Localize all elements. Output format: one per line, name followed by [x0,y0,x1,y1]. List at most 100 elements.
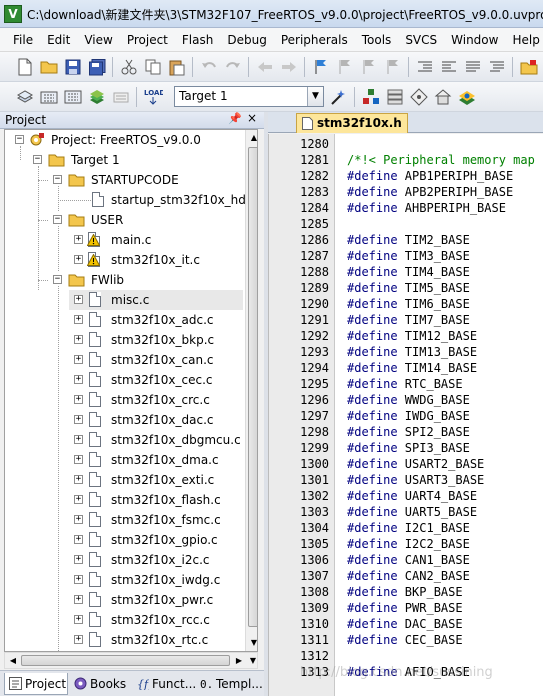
collapse-icon[interactable]: − [53,215,62,224]
prev-bookmark-icon[interactable] [334,56,356,78]
save-icon[interactable] [62,56,84,78]
uncomment-icon[interactable] [486,56,508,78]
save-all-icon[interactable] [86,56,108,78]
expand-icon[interactable]: + [74,295,83,304]
expand-icon[interactable]: + [74,575,83,584]
tree-file-main[interactable]: + main.c [5,230,243,250]
expand-icon[interactable]: + [74,475,83,484]
download-icon[interactable]: LOAD [142,86,164,108]
tree-horizontal-scrollbar[interactable]: ◀ ▶ ▼ [4,652,258,669]
scroll-up-icon[interactable]: ▲ [246,130,257,146]
expand-icon[interactable]: + [74,535,83,544]
tree-file[interactable]: + stm32f10x_cec.c [69,370,243,390]
expand-icon[interactable]: + [74,455,83,464]
next-bookmark-icon[interactable] [358,56,380,78]
tree-group-startupcode[interactable]: − STARTUPCODE [5,170,243,190]
expand-icon[interactable]: + [74,635,83,644]
expand-icon[interactable]: + [74,395,83,404]
tree-file[interactable]: + stm32f10x_pwr.c [69,590,243,610]
scrollbar-thumb[interactable] [248,147,257,627]
pin-icon[interactable]: 📌 [228,112,242,125]
expand-icon[interactable]: + [74,315,83,324]
paste-icon[interactable] [166,56,188,78]
comment-icon[interactable] [462,56,484,78]
tree-node-project-root[interactable]: − Project: FreeRTOS_v9.0.0 [5,130,243,150]
tree-file[interactable]: + stm32f10x_bkp.c [69,330,243,350]
tree-node-target[interactable]: − Target 1 [5,150,243,170]
tree-group-fwlib[interactable]: − FWlib [5,270,243,290]
keil-app-icon[interactable]: V [4,5,22,23]
indent-icon[interactable] [414,56,436,78]
tree-file-startup[interactable]: startup_stm32f10x_hd.s [5,190,256,210]
tree-vertical-scrollbar[interactable]: ▲ ▼ [245,130,257,651]
tree-file[interactable]: + stm32f10x_fsmc.c [69,510,243,530]
clear-bookmarks-icon[interactable] [382,56,404,78]
expand-icon[interactable]: + [74,435,83,444]
tree-file[interactable]: + stm32f10x_dma.c [69,450,243,470]
rebuild-icon[interactable] [62,86,84,108]
tree-file[interactable]: + stm32f10x_exti.c [69,470,243,490]
tree-file[interactable]: + stm32f10x_gpio.c [69,530,243,550]
tree-file[interactable]: + stm32f10x_adc.c [69,310,243,330]
menu-edit[interactable]: Edit [40,29,77,51]
target-select[interactable]: Target 1 ▼ [174,86,324,107]
scroll-down-icon[interactable]: ▼ [247,653,259,668]
tree-file[interactable]: + stm32f10x_dac.c [69,410,243,430]
redo-icon[interactable] [222,56,244,78]
menu-flash[interactable]: Flash [175,29,220,51]
tree-file[interactable]: + stm32f10x_iwdg.c [69,570,243,590]
close-icon[interactable]: × [247,111,257,125]
tree-file[interactable]: + stm32f10x_rcc.c [69,610,243,630]
collapse-icon[interactable]: − [33,155,42,164]
open-folder-icon[interactable] [38,56,60,78]
code-editor[interactable]: 1280 1281/*!< Peripheral memory map */128… [268,134,543,696]
expand-icon[interactable]: + [74,335,83,344]
books-icon[interactable] [456,86,478,108]
tree-group-user[interactable]: − USER [5,210,243,230]
tree-file-misc[interactable]: + misc.c [69,290,243,310]
scroll-right-icon[interactable]: ▶ [231,653,247,668]
unindent-icon[interactable] [438,56,460,78]
copy-icon[interactable] [142,56,164,78]
tab-templates[interactable]: 0. Templ... [196,673,263,695]
scroll-down-icon[interactable]: ▼ [246,635,257,651]
expand-icon[interactable]: + [74,495,83,504]
stop-build-icon[interactable] [110,86,132,108]
editor-tab-stm32f10x-h[interactable]: stm32f10x.h [296,113,408,133]
batch-build-icon[interactable] [86,86,108,108]
scrollbar-thumb[interactable] [21,655,230,666]
manage-components-icon[interactable] [360,86,382,108]
nav-back-icon[interactable] [254,56,276,78]
tree-file[interactable]: + stm32f10x_crc.c [69,390,243,410]
tree-file[interactable]: + stm32f10x_flash.c [69,490,243,510]
tab-functions[interactable]: {f} Funct... [132,673,196,695]
tree-file-it[interactable]: + stm32f10x_it.c [5,250,243,270]
expand-icon[interactable]: + [74,255,83,264]
expand-icon[interactable]: + [74,515,83,524]
collapse-icon[interactable]: − [15,135,24,144]
menu-project[interactable]: Project [120,29,175,51]
menu-peripherals[interactable]: Peripherals [274,29,355,51]
menu-view[interactable]: View [77,29,119,51]
undo-icon[interactable] [198,56,220,78]
menu-debug[interactable]: Debug [220,29,273,51]
tree-file[interactable]: + stm32f10x_rtc.c [69,630,243,650]
expand-icon[interactable]: + [74,375,83,384]
cut-icon[interactable] [118,56,140,78]
menu-window[interactable]: Window [444,29,505,51]
expand-icon[interactable]: + [74,615,83,624]
chevron-down-icon[interactable]: ▼ [307,87,323,106]
environment-icon[interactable] [432,86,454,108]
menu-help[interactable]: Help [505,29,543,51]
new-file-icon[interactable] [14,56,36,78]
tab-books[interactable]: Books [70,673,130,695]
find-in-files-icon[interactable] [518,56,540,78]
scroll-left-icon[interactable]: ◀ [5,653,21,668]
tree-file[interactable]: + stm32f10x_can.c [69,350,243,370]
nav-forward-icon[interactable] [278,56,300,78]
menu-file[interactable]: File [6,29,40,51]
build-icon[interactable] [38,86,60,108]
menu-tools[interactable]: Tools [355,29,399,51]
expand-icon[interactable]: + [74,415,83,424]
tree-file[interactable]: + stm32f10x_dbgmcu.c [69,430,243,450]
